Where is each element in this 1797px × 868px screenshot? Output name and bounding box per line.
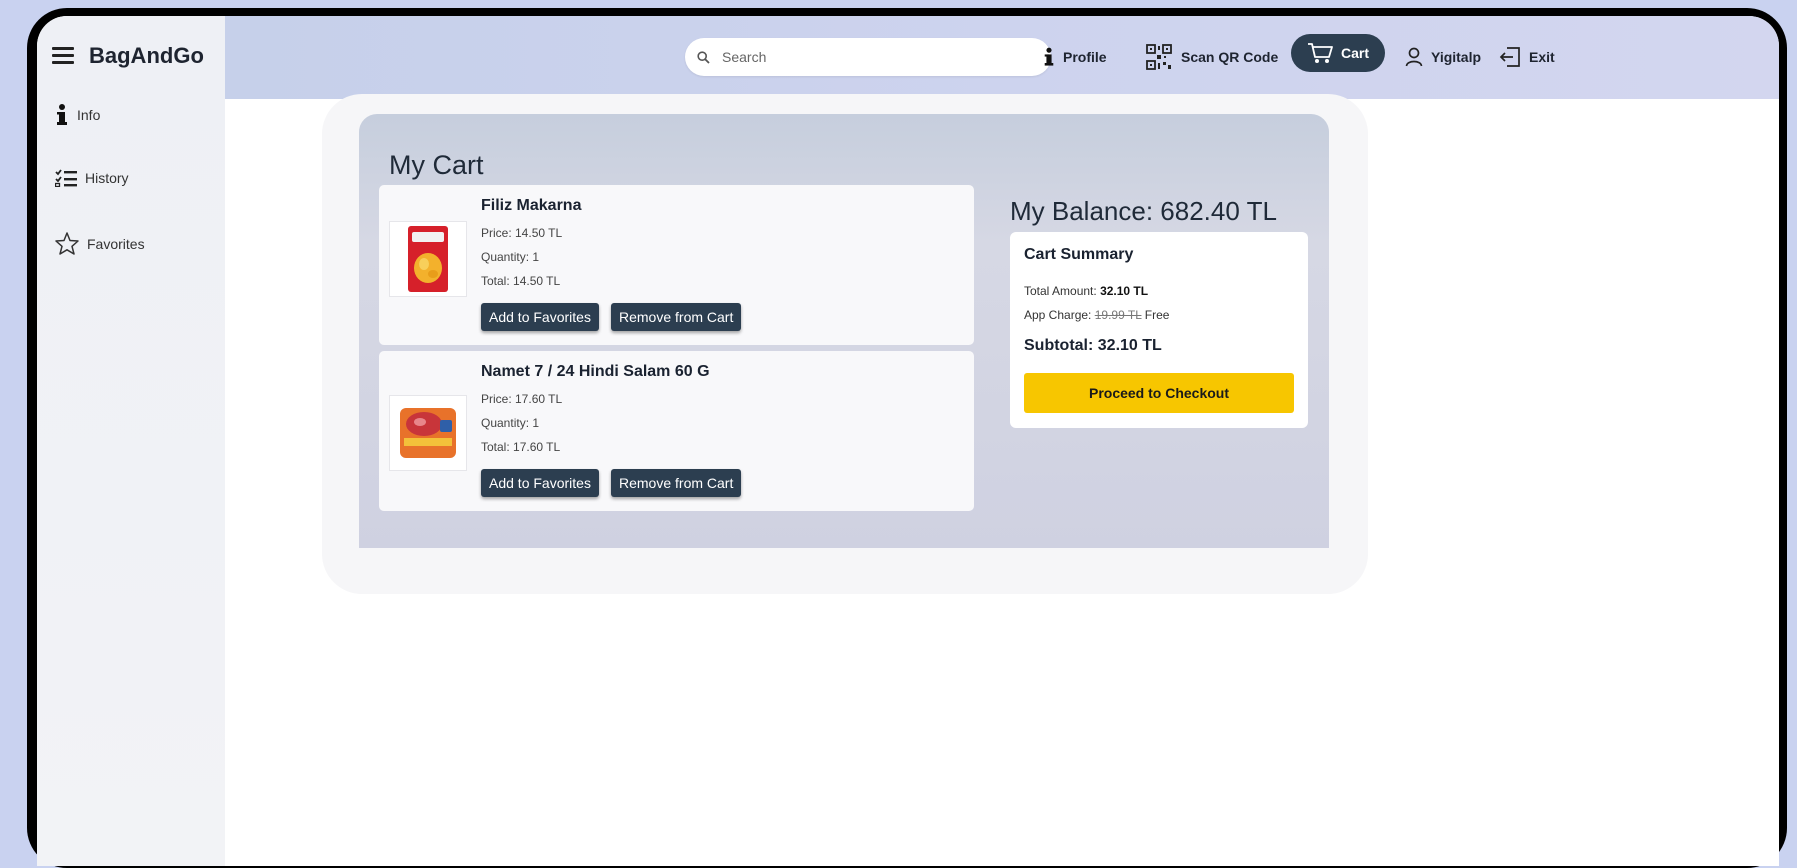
app-charge-label: App Charge: [1024, 308, 1092, 322]
item-price: Price: 14.50 TL [481, 226, 563, 240]
summary-title: Cart Summary [1024, 246, 1134, 263]
item-total: Total: 14.50 TL [481, 274, 561, 288]
user-icon [1405, 47, 1423, 67]
remove-from-cart-button[interactable]: Remove from Cart [611, 303, 742, 331]
nav-cart[interactable]: Cart [1291, 34, 1386, 72]
history-list-icon [55, 169, 77, 187]
info-icon [1044, 47, 1054, 66]
app-charge-new-price: Free [1144, 308, 1170, 322]
product-image [389, 221, 467, 297]
brand-name: BagAndGo [89, 43, 204, 68]
item-total: Total: 17.60 TL [481, 440, 561, 454]
nav-exit-label: Exit [1529, 49, 1555, 65]
nav-profile-label: Profile [1063, 49, 1107, 65]
top-bar: Profile Scan QR Code [225, 16, 1779, 99]
item-name: Filiz Makarna [481, 197, 582, 214]
search-bar[interactable] [685, 38, 1051, 76]
proceed-to-checkout-button[interactable]: Proceed to Checkout [1024, 373, 1294, 413]
nav-scan-label: Scan QR Code [1181, 49, 1279, 65]
cart-item: Namet 7 / 24 Hindi Salam 60 G Price: 17.… [379, 351, 974, 511]
sidebar-item-history[interactable]: History [55, 169, 129, 187]
product-image [389, 395, 467, 471]
nav-scan-qr[interactable]: Scan QR Code [1145, 38, 1278, 76]
nav-user-label: Yigitalp [1431, 49, 1482, 65]
app-screen: BagAndGo Info History Favorites Search P… [37, 16, 1779, 866]
item-price: Price: 17.60 TL [481, 392, 563, 406]
remove-from-cart-button[interactable]: Remove from Cart [611, 469, 742, 497]
item-quantity: Quantity: 1 [481, 250, 540, 264]
add-to-favorites-button[interactable]: Add to Favorites [481, 469, 599, 497]
add-to-favorites-button[interactable]: Add to Favorites [481, 303, 599, 331]
brand-area: BagAndGo [37, 16, 225, 99]
sidebar-item-label: Info [77, 107, 101, 123]
search-input[interactable] [720, 48, 1024, 66]
item-quantity: Quantity: 1 [481, 416, 540, 430]
balance-heading: My Balance: 682.40 TL [1010, 196, 1277, 226]
sidebar-item-label: Favorites [87, 235, 145, 252]
nav-cart-label: Cart [1341, 45, 1370, 61]
nav-profile[interactable]: Profile [1043, 38, 1107, 76]
page-title: My Cart [389, 150, 484, 180]
exit-icon [1499, 47, 1520, 67]
item-name: Namet 7 / 24 Hindi Salam 60 G [481, 363, 710, 380]
app-charge-old-price: 19.99 TL [1094, 308, 1142, 322]
total-amount-value: 32.10 TL [1100, 284, 1149, 298]
star-icon [55, 232, 79, 255]
total-amount-label: Total Amount: [1024, 284, 1097, 298]
cart-panel: My Cart Filiz Makarna Price: 14.50 TL Qu… [359, 114, 1329, 548]
sidebar-item-info[interactable]: Info [55, 104, 100, 126]
search-icon [697, 50, 710, 64]
total-amount-line: Total Amount: 32.10 TL [1024, 284, 1148, 298]
qr-code-icon [1146, 44, 1172, 70]
cart-item: Filiz Makarna Price: 14.50 TL Quantity: … [379, 185, 974, 345]
subtotal: Subtotal: 32.10 TL [1024, 337, 1162, 354]
nav-user[interactable]: Yigitalp [1405, 38, 1481, 76]
cart-icon [1308, 43, 1333, 63]
hamburger-icon[interactable] [52, 47, 74, 64]
cart-summary: Cart Summary Total Amount: 32.10 TL App … [1010, 232, 1308, 428]
app-charge-line: App Charge: 19.99 TL Free [1024, 308, 1169, 322]
sidebar-item-label: History [85, 170, 129, 186]
sidebar-item-favorites[interactable]: Favorites [55, 232, 145, 255]
info-icon [57, 104, 67, 125]
nav-exit[interactable]: Exit [1499, 38, 1555, 76]
sidebar: BagAndGo Info History Favorites [37, 16, 225, 866]
